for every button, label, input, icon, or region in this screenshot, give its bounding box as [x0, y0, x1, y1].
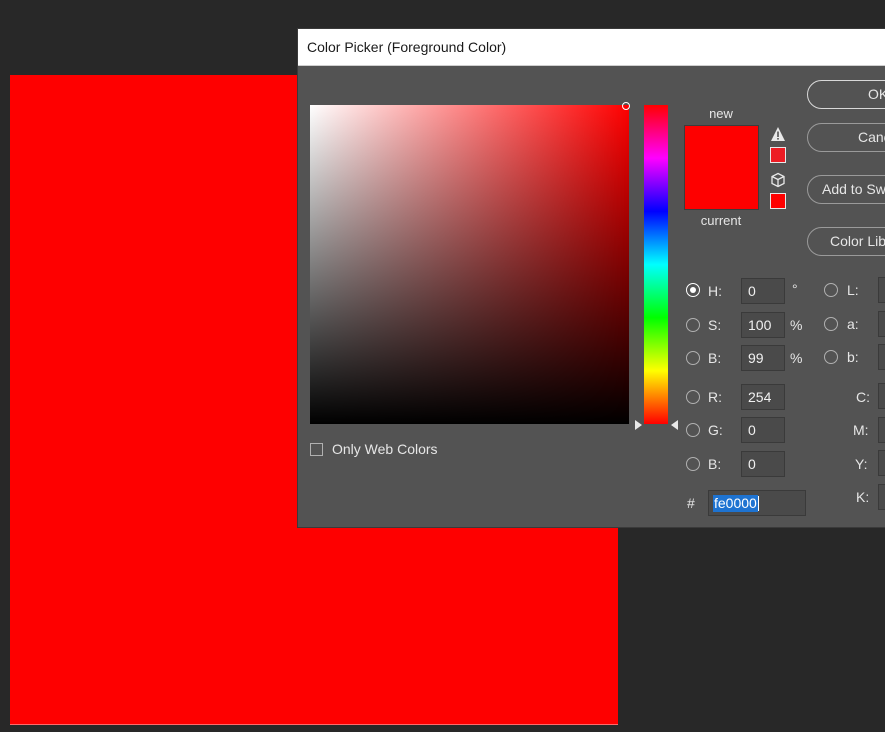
radio-hue[interactable] — [686, 283, 700, 297]
hue-unit: ° — [792, 281, 798, 297]
hex-value: fe0000 — [713, 495, 758, 512]
a-channel-label: a: — [847, 316, 859, 332]
green-input[interactable]: 0 — [741, 417, 785, 443]
hue-slider-right-handle[interactable] — [671, 420, 678, 430]
saturation-label: S: — [708, 317, 722, 333]
black-label: K: — [856, 489, 870, 505]
radio-a-channel[interactable] — [824, 317, 838, 331]
red-input[interactable]: 254 — [741, 384, 785, 410]
magenta-label: M: — [853, 422, 869, 438]
current-color-label: current — [700, 213, 742, 228]
only-web-colors-label: Only Web Colors — [332, 441, 438, 457]
title-bar[interactable]: Color Picker (Foreground Color) — [298, 29, 885, 66]
only-web-colors-option[interactable]: Only Web Colors — [310, 441, 438, 457]
brightness-unit: % — [790, 350, 803, 366]
brightness-label: B: — [708, 350, 722, 366]
black-input[interactable] — [878, 484, 885, 510]
brightness-input[interactable]: 99 — [741, 345, 785, 371]
hue-slider[interactable] — [644, 105, 668, 424]
blue-input[interactable]: 0 — [741, 451, 785, 477]
red-label: R: — [708, 389, 722, 405]
blue-label: B: — [708, 456, 722, 472]
color-picker-dialog: Color Picker (Foreground Color) Only Web… — [297, 28, 885, 528]
radio-green[interactable] — [686, 423, 700, 437]
radio-brightness[interactable] — [686, 351, 700, 365]
only-web-colors-checkbox[interactable] — [310, 442, 323, 456]
ok-button[interactable]: OK — [807, 80, 885, 109]
cancel-button[interactable]: Cancel — [807, 123, 885, 152]
radio-b-channel[interactable] — [824, 350, 838, 364]
hue-input[interactable]: 0 — [741, 278, 785, 304]
saturation-unit: % — [790, 317, 803, 333]
a-channel-input[interactable] — [878, 311, 885, 337]
hue-label: H: — [708, 283, 722, 299]
magenta-input[interactable] — [878, 417, 885, 443]
radio-red[interactable] — [686, 390, 700, 404]
color-field-marker[interactable] — [622, 102, 630, 110]
radio-saturation[interactable] — [686, 318, 700, 332]
b-channel-input[interactable] — [878, 344, 885, 370]
warning-triangle-icon[interactable] — [770, 126, 786, 142]
cyan-input[interactable] — [878, 383, 885, 409]
color-libraries-button[interactable]: Color Libraries — [807, 227, 885, 256]
hex-input[interactable]: fe0000 — [708, 490, 806, 516]
dialog-title: Color Picker (Foreground Color) — [307, 39, 507, 55]
out-of-gamut-swatch[interactable] — [770, 147, 786, 163]
color-field[interactable] — [310, 105, 629, 424]
saturation-input[interactable]: 100 — [741, 312, 785, 338]
add-to-swatches-button[interactable]: Add to Swatches — [807, 175, 885, 204]
radio-blue[interactable] — [686, 457, 700, 471]
new-current-swatch[interactable] — [684, 125, 759, 210]
new-color-label: new — [709, 106, 733, 121]
text-caret — [757, 496, 759, 512]
hue-slider-left-handle[interactable] — [635, 420, 642, 430]
lightness-label: L: — [847, 282, 859, 298]
radio-lightness[interactable] — [824, 283, 838, 297]
hex-hash-label: # — [687, 495, 695, 511]
b-channel-label: b: — [847, 349, 859, 365]
lightness-input[interactable] — [878, 277, 885, 303]
cyan-label: C: — [856, 389, 870, 405]
cube-icon[interactable] — [770, 172, 786, 188]
web-safe-swatch[interactable] — [770, 193, 786, 209]
yellow-label: Y: — [855, 456, 868, 472]
yellow-input[interactable] — [878, 450, 885, 476]
green-label: G: — [708, 422, 723, 438]
